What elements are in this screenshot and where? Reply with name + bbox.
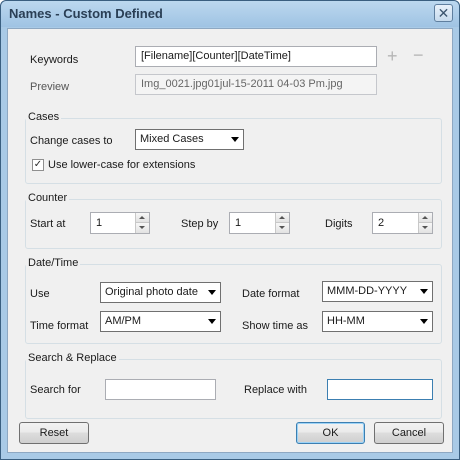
time-format-value: AM/PM (105, 315, 142, 327)
search-replace-group-title: Search & Replace (26, 352, 119, 364)
arrow-down-icon (422, 226, 428, 229)
minus-icon: − (413, 45, 424, 65)
change-cases-label: Change cases to (30, 135, 113, 147)
chevron-down-icon (420, 289, 428, 294)
digits-decrement[interactable] (419, 223, 432, 233)
digits-stepper[interactable]: 2 (372, 212, 433, 234)
chevron-down-icon (208, 319, 216, 324)
dialog-window: Names - Custom Defined ✕ Keywords [Filen… (0, 0, 460, 460)
cancel-button[interactable]: Cancel (374, 422, 444, 444)
start-at-decrement[interactable] (136, 223, 149, 233)
keywords-input[interactable]: [Filename][Counter][DateTime] (135, 46, 377, 67)
time-format-label: Time format (30, 320, 89, 332)
close-icon: ✕ (437, 5, 450, 21)
preview-field: Img_0021.jpg01jul-15-2011 04-03 Pm.jpg (135, 74, 377, 95)
arrow-up-icon (139, 216, 145, 219)
use-label: Use (30, 288, 50, 300)
show-time-value: HH-MM (327, 315, 365, 327)
digits-value: 2 (378, 217, 385, 229)
search-for-input[interactable] (105, 379, 216, 400)
show-time-select[interactable]: HH-MM (322, 311, 433, 332)
close-button[interactable]: ✕ (434, 4, 453, 22)
keywords-label: Keywords (30, 54, 79, 66)
step-by-label: Step by (181, 218, 219, 230)
change-cases-select[interactable]: Mixed Cases (135, 129, 244, 150)
start-at-stepper[interactable]: 1 (90, 212, 150, 234)
cases-group-title: Cases (26, 111, 62, 123)
plus-icon: + (387, 46, 398, 66)
dialog-body: Keywords [Filename][Counter][DateTime] +… (7, 28, 453, 453)
time-format-select[interactable]: AM/PM (100, 311, 221, 332)
date-format-value: MMM-DD-YYYY (327, 285, 408, 297)
use-date-select[interactable]: Original photo date (100, 282, 221, 303)
replace-with-input[interactable] (327, 379, 433, 400)
search-for-label: Search for (30, 384, 81, 396)
datetime-group (25, 264, 442, 344)
date-format-select[interactable]: MMM-DD-YYYY (322, 281, 433, 302)
arrow-down-icon (139, 226, 145, 229)
lowercase-extensions-label: Use lower-case for extensions (48, 159, 196, 171)
chevron-down-icon (208, 290, 216, 295)
lowercase-extensions-checkbox[interactable]: ✓ (32, 159, 44, 171)
datetime-group-title: Date/Time (26, 257, 81, 269)
use-date-value: Original photo date (105, 286, 198, 298)
step-by-decrement[interactable] (276, 223, 289, 233)
step-by-increment[interactable] (276, 213, 289, 223)
reset-button[interactable]: Reset (19, 422, 89, 444)
ok-button[interactable]: OK (296, 422, 365, 444)
add-keyword-button[interactable]: + (387, 47, 398, 65)
change-cases-value: Mixed Cases (140, 133, 204, 145)
step-by-stepper[interactable]: 1 (229, 212, 290, 234)
counter-group-title: Counter (26, 192, 70, 204)
start-at-increment[interactable] (136, 213, 149, 223)
show-time-label: Show time as (242, 320, 309, 332)
chevron-down-icon (231, 137, 239, 142)
digits-label: Digits (325, 218, 353, 230)
replace-with-label: Replace with (244, 384, 307, 396)
cases-group (25, 118, 442, 184)
start-at-label: Start at (30, 218, 66, 230)
checkmark-icon: ✓ (33, 159, 43, 170)
digits-increment[interactable] (419, 213, 432, 223)
remove-keyword-button[interactable]: − (413, 46, 424, 64)
arrow-up-icon (279, 216, 285, 219)
arrow-up-icon (422, 216, 428, 219)
date-format-label: Date format (242, 288, 300, 300)
start-at-value: 1 (96, 217, 103, 229)
step-by-value: 1 (235, 217, 242, 229)
arrow-down-icon (279, 226, 285, 229)
preview-label: Preview (30, 81, 70, 93)
window-title: Names - Custom Defined (9, 6, 163, 21)
chevron-down-icon (420, 319, 428, 324)
title-bar[interactable]: Names - Custom Defined ✕ (1, 1, 459, 27)
